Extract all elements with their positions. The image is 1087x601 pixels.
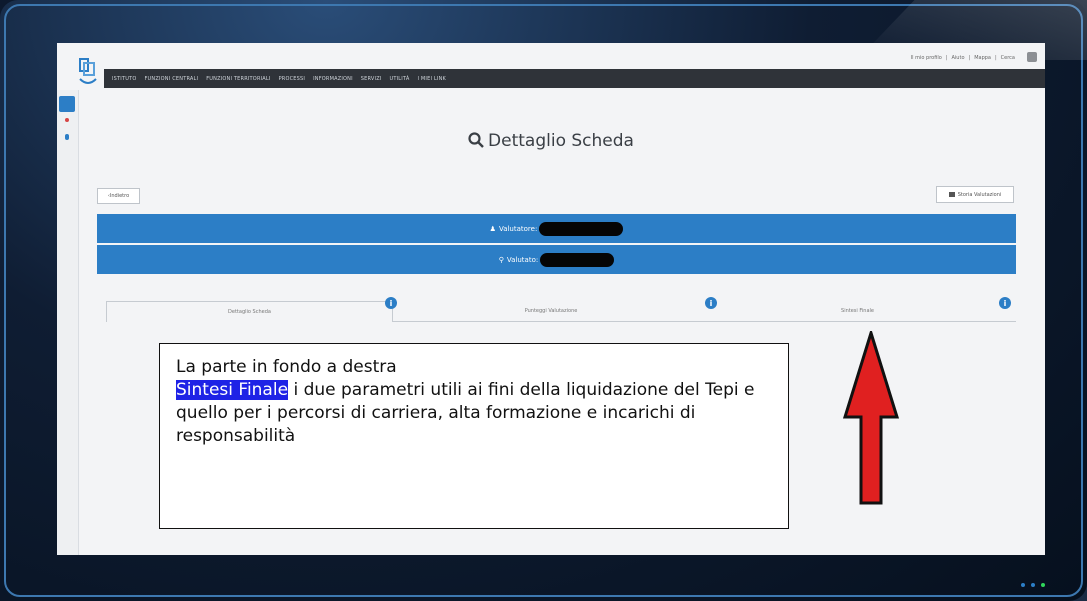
user-badge-icon: ⚲ <box>498 255 504 264</box>
left-rail <box>57 90 79 555</box>
main-menu: ISTITUTO FUNZIONI CENTRALI FUNZIONI TERR… <box>112 69 446 88</box>
history-button-label: Storia Valutazioni <box>957 191 1002 198</box>
user-link-profile[interactable]: Il mio profilo <box>911 55 942 61</box>
device-status-dots <box>1021 583 1045 587</box>
rail-home-button[interactable] <box>59 96 75 112</box>
history-icon <box>948 192 955 197</box>
user-link-help[interactable]: Aiuto <box>952 55 965 61</box>
menu-item-servizi[interactable]: SERVIZI <box>361 76 382 82</box>
annotation-highlight: Sintesi Finale <box>176 380 289 400</box>
valutatore-bar: ♟ Valutatore: <box>97 214 1016 243</box>
menu-item-processi[interactable]: PROCESSI <box>279 76 306 82</box>
top-navigation-bar: ISTITUTO FUNZIONI CENTRALI FUNZIONI TERR… <box>104 69 1045 88</box>
tab-punteggi-valutazione[interactable]: Punteggi Valutazione <box>391 301 711 321</box>
valutato-bar: ⚲ Valutato: <box>97 245 1016 274</box>
history-button[interactable]: Storia Valutazioni <box>936 186 1014 203</box>
tab-bar: Dettaglio Scheda i Punteggi Valutazione … <box>106 297 1016 322</box>
user-link-search[interactable]: Cerca <box>1001 55 1015 61</box>
menu-item-istituto[interactable]: ISTITUTO <box>112 76 136 82</box>
valutatore-label: Valutatore: <box>498 224 538 233</box>
inps-logo <box>79 58 97 84</box>
page-title-text: Dettaglio Scheda <box>488 131 634 151</box>
annotation-line-1: La parte in fondo a destra <box>176 357 397 377</box>
rail-alert-button[interactable] <box>65 118 69 122</box>
tab-label: Punteggi Valutazione <box>524 308 578 314</box>
tab-sintesi-finale[interactable]: Sintesi Finale <box>711 301 1004 321</box>
annotation-callout: La parte in fondo a destra Sintesi Final… <box>159 343 789 529</box>
device-frame: Il mio profilo | Aiuto | Mappa | Cerca I… <box>0 0 1087 601</box>
tab-label: Dettaglio Scheda <box>228 309 271 315</box>
users-icon: ♟ <box>489 224 496 233</box>
page-title: Dettaglio Scheda <box>57 131 1045 151</box>
user-icon[interactable] <box>1027 52 1037 62</box>
redacted-name <box>540 252 615 267</box>
menu-item-miei-link[interactable]: I MIEI LINK <box>417 76 446 82</box>
info-icon[interactable]: i <box>999 297 1011 309</box>
back-button-label: Indietro <box>109 193 130 199</box>
tab-label: Sintesi Finale <box>841 308 874 314</box>
back-button[interactable]: ‹ Indietro <box>97 188 140 204</box>
search-icon <box>468 132 484 148</box>
valutato-label: Valutato: <box>506 255 539 264</box>
annotation-body: Sintesi Finale i due parametri utili ai … <box>176 379 772 448</box>
menu-item-funzioni-territoriali[interactable]: FUNZIONI TERRITORIALI <box>206 76 270 82</box>
user-link-map[interactable]: Mappa <box>974 55 991 61</box>
redacted-name <box>539 221 624 236</box>
menu-item-funzioni-centrali[interactable]: FUNZIONI CENTRALI <box>144 76 198 82</box>
menu-item-utilita[interactable]: UTILITÀ <box>390 76 410 82</box>
user-links: Il mio profilo | Aiuto | Mappa | Cerca <box>910 55 1015 61</box>
menu-item-informazioni[interactable]: INFORMAZIONI <box>313 76 353 82</box>
tab-dettaglio-scheda[interactable]: Dettaglio Scheda <box>106 301 393 322</box>
red-up-arrow-icon <box>843 331 899 505</box>
